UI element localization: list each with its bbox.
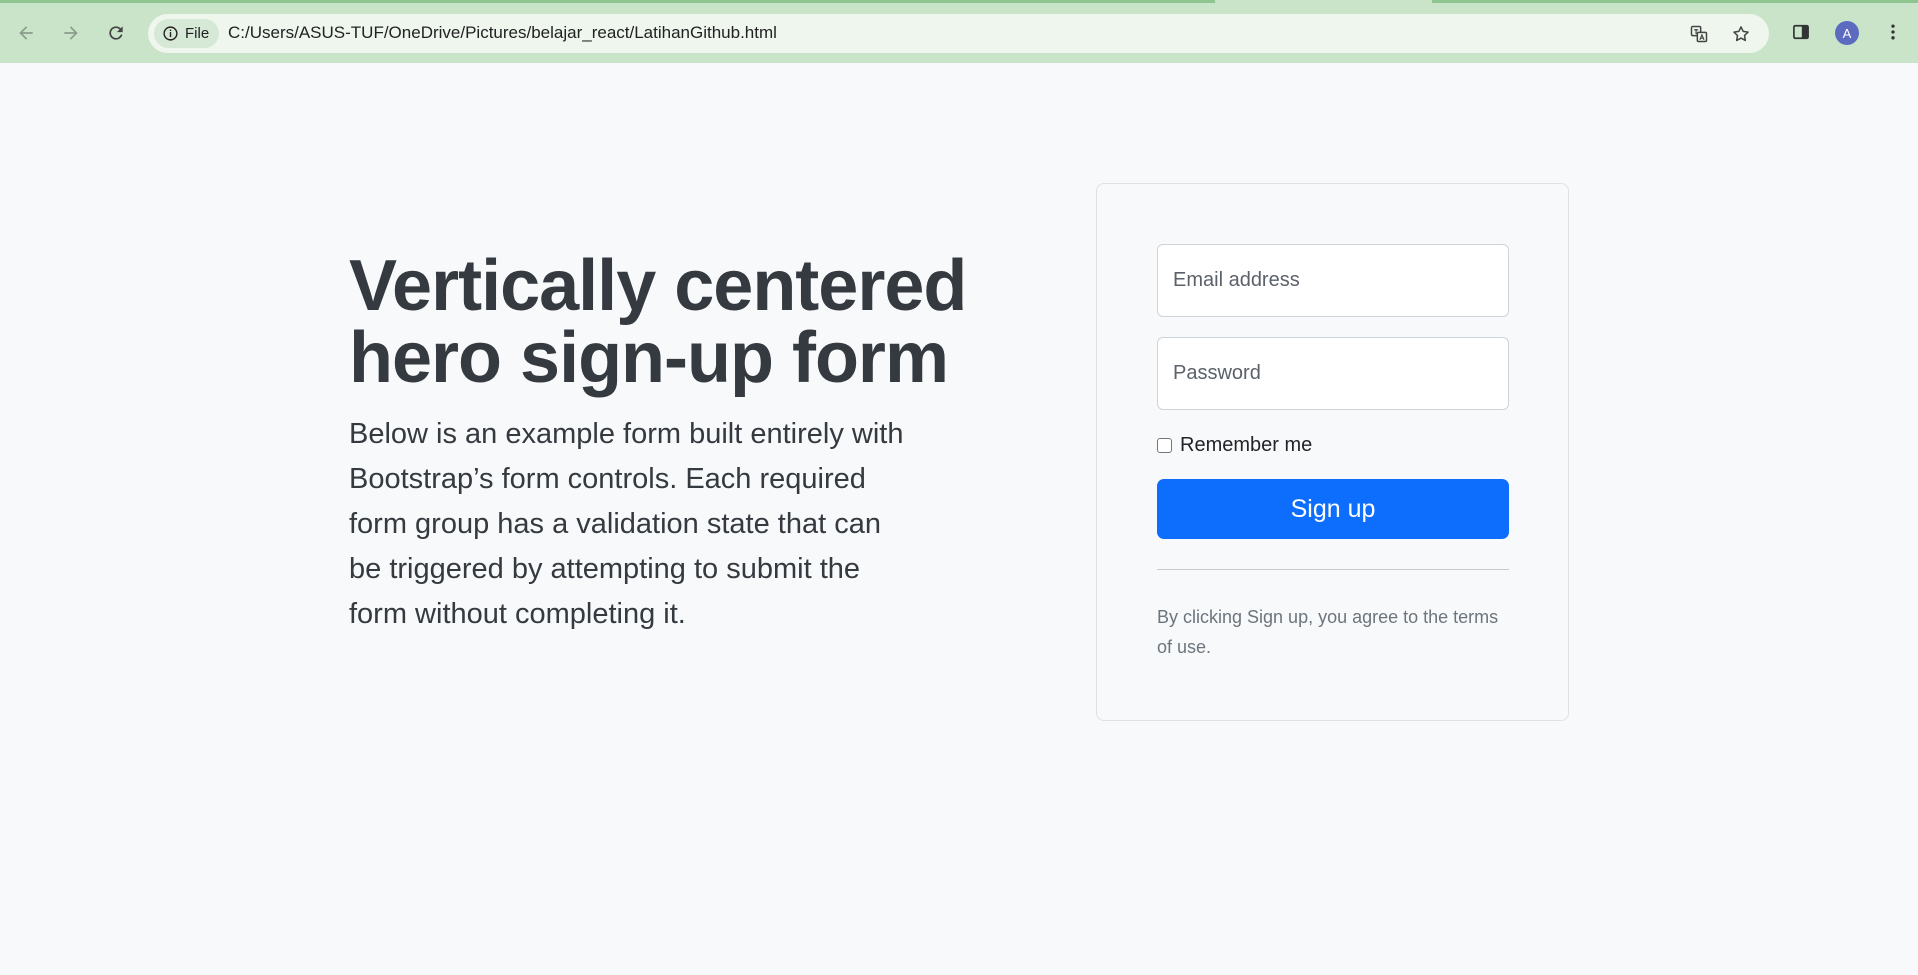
remember-checkbox[interactable] <box>1157 438 1172 453</box>
more-vert-icon <box>1891 24 1895 40</box>
signup-button[interactable]: Sign up <box>1157 479 1509 539</box>
side-panel-button[interactable] <box>1786 17 1816 47</box>
side-panel-icon <box>1793 24 1809 40</box>
back-button[interactable] <box>10 17 42 49</box>
info-icon <box>163 26 178 41</box>
hero-section: Vertically centered hero sign-up form Be… <box>349 250 989 637</box>
hero-title-line: hero sign-up form <box>349 318 949 398</box>
tab-strip-indicator <box>0 0 1215 3</box>
translate-icon <box>1690 25 1708 43</box>
translate-button[interactable] <box>1686 21 1712 47</box>
url-text[interactable]: C:/Users/ASUS-TUF/OneDrive/Pictures/bela… <box>228 23 777 43</box>
hero-lead: Below is an example form built entirely … <box>349 418 904 630</box>
site-info-chip[interactable]: File <box>154 19 220 48</box>
email-input[interactable] <box>1173 269 1508 292</box>
site-info-label: File <box>185 25 210 42</box>
reload-icon <box>109 26 123 40</box>
terms-text: By clicking Sign up, you agree to the te… <box>1157 607 1499 657</box>
divider <box>1157 569 1509 570</box>
reload-button[interactable] <box>100 17 132 49</box>
remember-label: Remember me <box>1180 434 1313 456</box>
password-input[interactable] <box>1173 362 1508 385</box>
tab-strip-indicator <box>1432 0 1918 3</box>
arrow-right-icon <box>64 26 78 40</box>
forward-button[interactable] <box>55 17 87 49</box>
password-field[interactable] <box>1157 337 1509 410</box>
hero-title: Vertically centered hero sign-up form <box>349 250 989 394</box>
address-bar[interactable]: File C:/Users/ASUS-TUF/OneDrive/Pictures… <box>148 14 1769 53</box>
arrow-left-icon <box>19 26 33 40</box>
browser-toolbar: File C:/Users/ASUS-TUF/OneDrive/Pictures… <box>0 0 1918 63</box>
star-icon <box>1733 26 1749 42</box>
remember-me[interactable]: Remember me <box>1157 434 1312 457</box>
menu-button[interactable] <box>1878 17 1908 47</box>
profile-avatar[interactable]: A <box>1835 21 1859 45</box>
signup-card: Remember me Sign up By clicking Sign up,… <box>1096 183 1569 721</box>
bookmark-button[interactable] <box>1728 21 1754 47</box>
email-field[interactable] <box>1157 244 1509 317</box>
hero-title-line: Vertically centered <box>349 246 967 326</box>
